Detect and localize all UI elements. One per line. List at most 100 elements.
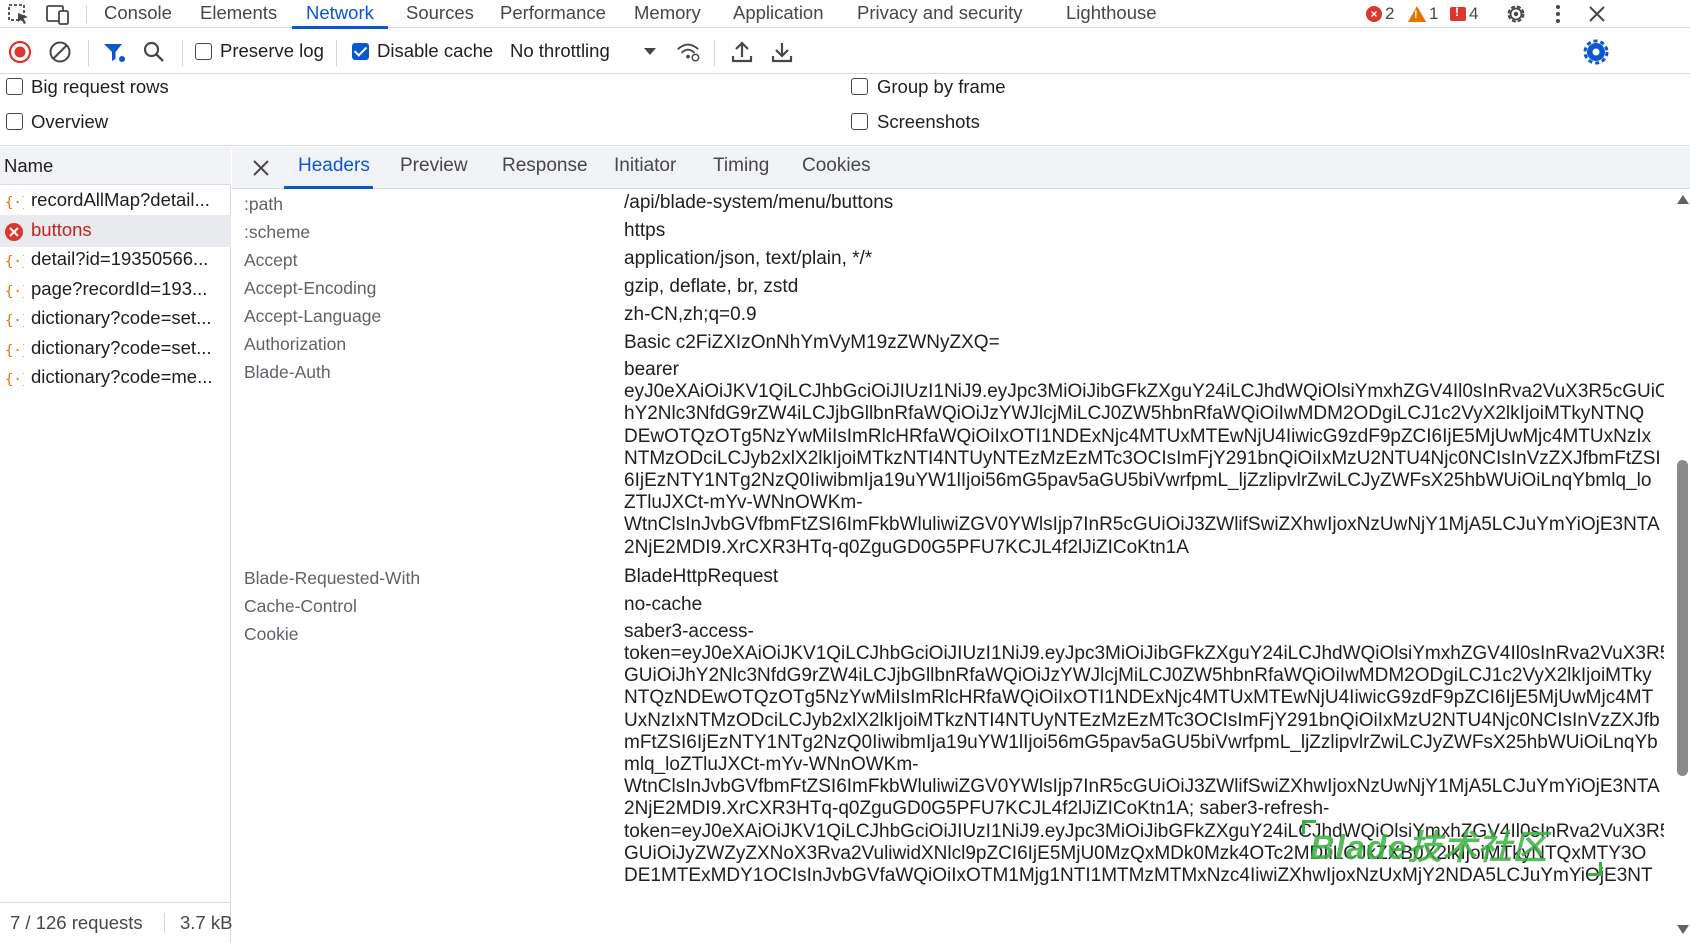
clear-icon[interactable] (47, 39, 73, 65)
watermark-corner (1588, 862, 1602, 876)
divider (86, 5, 87, 23)
svg-text:{·}: {·} (5, 372, 24, 388)
devtools-tab-bar: Console Elements Network Sources Perform… (0, 0, 1690, 29)
network-conditions-icon[interactable] (675, 39, 701, 65)
close-details-icon[interactable] (250, 157, 272, 179)
fetch-xhr-icon: {·} (5, 313, 24, 329)
header-value-line: hY2Nlc3NfdG9rZW4iLCJjbGllbnRfaWQiOiJzYWJ… (624, 403, 1645, 425)
header-value: BladeHttpRequest (624, 565, 779, 587)
header-value-line: mlq_loZTluJXCt-mYv-WNnOWKm- (624, 753, 919, 775)
request-name: detail?id=19350566... (31, 248, 209, 269)
request-row[interactable]: {·} detail?id=19350566... (0, 244, 231, 276)
settings-gear-icon[interactable] (1503, 2, 1529, 26)
tab-response[interactable]: Response (502, 155, 588, 177)
scroll-up-arrow-icon[interactable] (1677, 195, 1689, 204)
tab-initiator[interactable]: Initiator (614, 155, 676, 177)
name-column-header[interactable]: Name (0, 147, 231, 185)
header-value-line: 6IjEzNTY1NTg2NzQ0IiwibmIja19uYW1lIjoi56m… (624, 470, 1652, 491)
screenshots-checkbox[interactable] (851, 113, 868, 130)
inspect-element-icon[interactable] (6, 2, 32, 26)
tab-performance[interactable]: Performance (500, 0, 606, 28)
header-value: gzip, deflate, br, zstd (624, 276, 799, 297)
request-row[interactable]: {·} dictionary?code=set... (0, 333, 231, 365)
big-request-rows-checkbox[interactable] (6, 78, 23, 95)
warning-counter[interactable]: ! 1 (1408, 2, 1438, 26)
big-request-rows-label[interactable]: Big request rows (31, 76, 169, 98)
request-row[interactable]: {·} page?recordId=193... (0, 274, 231, 306)
fetch-xhr-icon: {·} (5, 254, 24, 270)
header-value-line: WtnClsInJvbGVfbmFtZSI6ImFkbWluliwiZGV0YW… (624, 514, 1660, 536)
record-stop-icon[interactable] (7, 39, 33, 65)
header-name: Cache-Control (244, 595, 357, 616)
error-counter[interactable]: × 2 (1366, 2, 1394, 26)
divider (714, 40, 715, 66)
tab-privacy-security[interactable]: Privacy and security (857, 0, 1023, 28)
header-value-line: WtnClsInJvbGVfbmFtZSI6ImFkbWluliwiZGV0YW… (624, 776, 1660, 798)
tab-cookies[interactable]: Cookies (802, 155, 871, 177)
tab-sources[interactable]: Sources (406, 0, 474, 28)
preserve-log-label[interactable]: Preserve log (220, 40, 324, 62)
request-name: buttons (31, 218, 92, 240)
header-value-line: eyJ0eXAiOiJKV1QiLCJhbGciOiJIUzI1NiJ9.eyJ… (624, 381, 1664, 403)
header-name: Accept-Encoding (244, 278, 377, 298)
warning-count: 1 (1429, 4, 1439, 23)
scroll-down-arrow-icon[interactable] (1677, 925, 1689, 934)
details-scrollbar[interactable] (1675, 190, 1690, 943)
tab-network[interactable]: Network (292, 0, 388, 29)
group-by-frame-checkbox[interactable] (851, 78, 868, 95)
header-value-line: DEwOTQzOTg5NzYwMiIsImRlcHRfaWQiOiIxOTI1N… (624, 425, 1652, 447)
import-har-icon[interactable] (729, 39, 755, 65)
warning-icon: ! (1408, 6, 1426, 22)
search-icon[interactable] (141, 39, 167, 65)
export-har-icon[interactable] (769, 39, 795, 65)
details-tab-bar: Headers Preview Response Initiator Timin… (232, 147, 1690, 189)
overview-label[interactable]: Overview (31, 111, 108, 133)
header-name: :scheme (244, 222, 311, 242)
request-row[interactable]: {·} dictionary?code=me... (0, 362, 231, 394)
header-value-line: UxNzIxNTMzODciLCJyb2xlX2lkIjoiMTkzNTI4NT… (624, 709, 1660, 731)
filter-icon[interactable] (101, 39, 127, 65)
header-value: https (624, 220, 666, 241)
header-value-line: GUiOiJhY2Nlc3NfdG9rZW4iLCJjbGllbnRfaWQiO… (624, 665, 1652, 687)
request-row[interactable]: buttons (0, 214, 231, 247)
tab-elements[interactable]: Elements (200, 0, 277, 28)
header-value-line: NTMzODciLCJyb2xlX2lkIjoiMTkzNTI4NTUyNTEz… (624, 447, 1661, 469)
overview-checkbox[interactable] (6, 113, 23, 130)
request-name: dictionary?code=set... (31, 307, 212, 328)
tab-preview[interactable]: Preview (400, 155, 468, 177)
disable-cache-checkbox[interactable] (352, 43, 369, 60)
tab-timing[interactable]: Timing (713, 155, 769, 177)
network-options: Big request rows Overview Group by frame… (0, 75, 1690, 146)
screenshots-label[interactable]: Screenshots (877, 111, 980, 133)
request-name: dictionary?code=set... (31, 336, 212, 358)
divider (164, 913, 165, 933)
header-name: Accept-Language (244, 306, 382, 326)
chevron-down-icon[interactable] (642, 43, 658, 59)
divider (182, 40, 183, 66)
header-name: Cookie (244, 623, 299, 644)
tab-console[interactable]: Console (104, 0, 172, 28)
device-toolbar-icon[interactable] (45, 2, 71, 26)
request-row[interactable]: {·} dictionary?code=set... (0, 303, 231, 335)
network-settings-gear-icon[interactable] (1583, 39, 1609, 65)
transferred-size: 3.7 kB (180, 912, 233, 933)
scrollbar-thumb[interactable] (1677, 460, 1688, 776)
close-devtools-icon[interactable] (1584, 2, 1610, 26)
throttling-select[interactable]: No throttling (510, 40, 610, 62)
more-options-icon[interactable] (1545, 2, 1571, 26)
header-value-line: token=eyJ0eXAiOiJKV1QiLCJhbGciOiJIUzI1Ni… (624, 642, 1664, 664)
tab-memory[interactable]: Memory (634, 0, 701, 28)
header-value: /api/blade-system/menu/buttons (624, 192, 894, 213)
request-name: recordAllMap?detail... (31, 189, 210, 210)
tab-lighthouse[interactable]: Lighthouse (1066, 0, 1157, 28)
disable-cache-label[interactable]: Disable cache (377, 40, 493, 62)
tab-application[interactable]: Application (733, 0, 824, 28)
header-value: zh-CN,zh;q=0.9 (624, 304, 757, 325)
request-row[interactable]: {·} recordAllMap?detail... (0, 185, 231, 217)
tab-headers[interactable]: Headers (298, 155, 370, 177)
fetch-xhr-icon: {·} (5, 343, 24, 359)
group-by-frame-label[interactable]: Group by frame (877, 76, 1006, 98)
preserve-log-checkbox[interactable] (195, 43, 212, 60)
issues-counter[interactable]: ! 4 (1450, 2, 1478, 26)
svg-text:{·}: {·} (5, 254, 24, 270)
